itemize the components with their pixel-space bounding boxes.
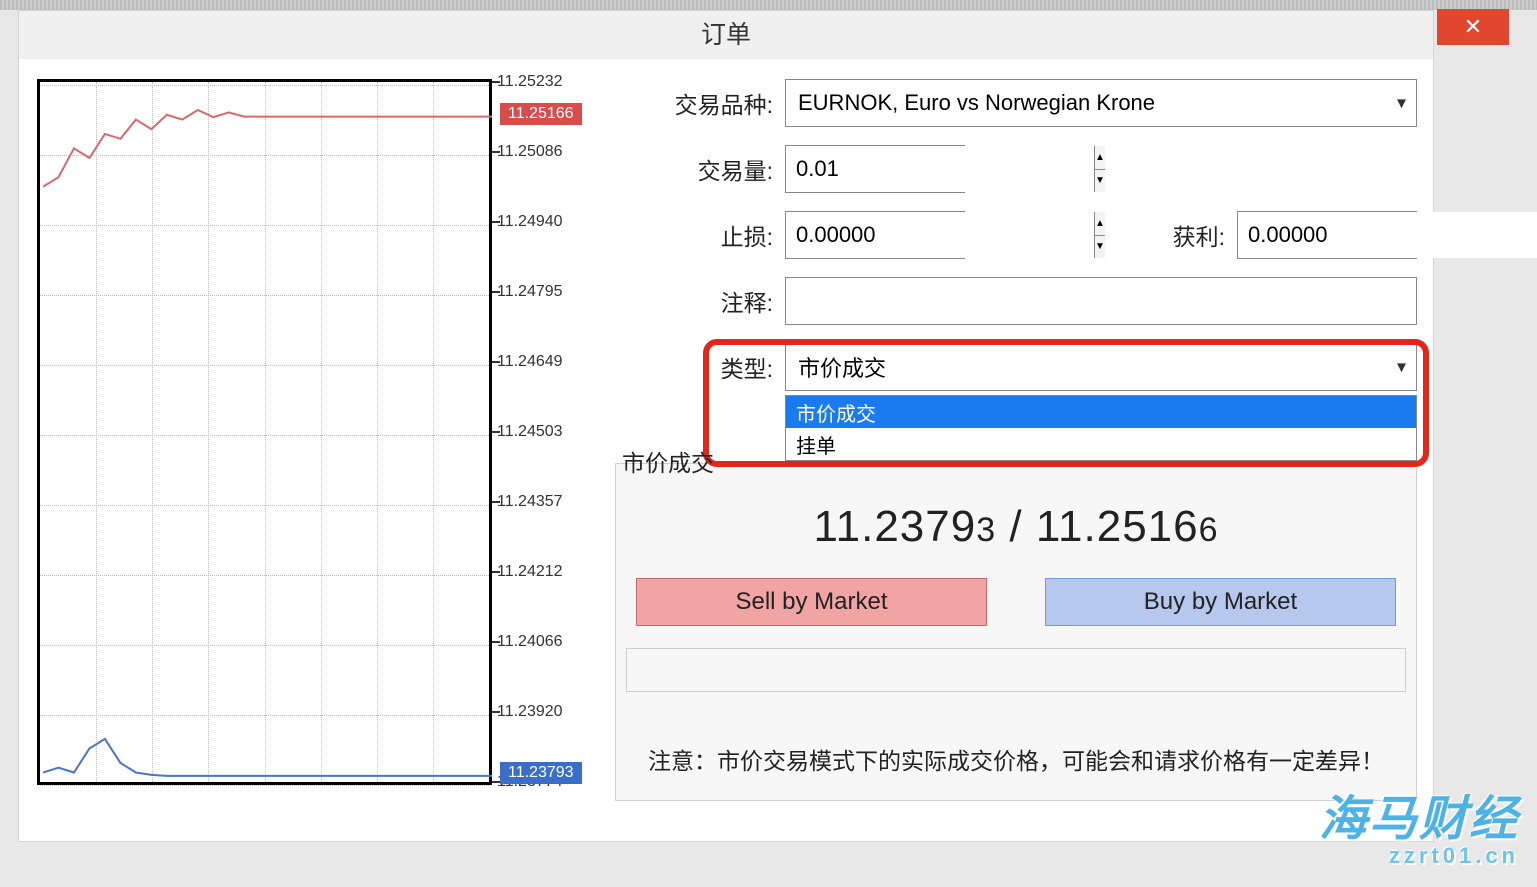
volume-label: 交易量: [615,152,785,186]
y-tick: 11.24357 [497,493,563,511]
stoploss-stepper[interactable]: ▲ ▼ [785,211,965,259]
type-option[interactable]: 市价成交 [786,396,1416,428]
titlebar: 订单 [19,11,1433,59]
volume-stepper[interactable]: ▲ ▼ [785,145,965,193]
order-window: 订单 ✕ 11.2523211.2508611.2494011.2479511.… [18,10,1434,842]
y-tick: 11.24649 [497,353,563,371]
sell-button[interactable]: Sell by Market [636,578,987,626]
type-select[interactable]: 市价成交 ▾ [785,343,1417,391]
y-tick: 11.24212 [497,563,563,581]
status-bar [626,648,1406,692]
stoploss-down[interactable]: ▼ [1095,236,1105,259]
y-tick: 11.23920 [497,703,563,721]
volume-up[interactable]: ▲ [1095,146,1105,170]
y-tick: 11.25232 [497,73,563,91]
close-button[interactable]: ✕ [1437,9,1509,45]
comment-input[interactable] [785,277,1417,325]
volume-input[interactable] [786,146,1094,192]
takeprofit-stepper[interactable]: ▲ ▼ [1237,211,1417,259]
volume-down[interactable]: ▼ [1095,170,1105,193]
bid-price-badge: 11.23793 [500,762,582,784]
order-form: 交易品种: EURNOK, Euro vs Norwegian Krone ▾ … [615,79,1417,825]
stoploss-input[interactable] [786,212,1094,258]
window-title: 订单 [701,21,751,49]
stoploss-label: 止损: [615,218,785,252]
type-value: 市价成交 [798,351,886,383]
symbol-value: EURNOK, Euro vs Norwegian Krone [798,90,1155,116]
takeprofit-label: 获利: [1117,218,1237,252]
y-tick: 11.24503 [497,423,563,441]
y-tick: 11.24940 [497,213,563,231]
takeprofit-input[interactable] [1238,212,1537,258]
y-tick: 11.24795 [497,283,563,301]
buy-button[interactable]: Buy by Market [1045,578,1396,626]
price-quote: 11.23793 / 11.25166 [626,502,1406,552]
type-option[interactable]: 挂单 [786,428,1416,460]
chart-area [37,79,492,785]
type-dropdown[interactable]: 市价成交挂单 [785,395,1417,461]
ask-price-badge: 11.25166 [500,103,582,125]
type-label: 类型: [615,350,785,384]
price-chart: 11.2523211.2508611.2494011.2479511.24649… [35,79,595,829]
chevron-down-icon: ▾ [1397,93,1406,114]
note-text: 注意：市价交易模式下的实际成交价格，可能会和请求价格有一定差异！ [626,742,1406,776]
close-icon: ✕ [1464,14,1482,40]
stoploss-up[interactable]: ▲ [1095,212,1105,236]
comment-label: 注释: [615,284,785,318]
symbol-label: 交易品种: [615,86,785,120]
market-execution-panel: 市价成交 11.23793 / 11.25166 Sell by Market … [615,463,1417,801]
y-tick: 11.25086 [497,143,563,161]
y-tick: 11.24066 [497,633,563,651]
chevron-down-icon: ▾ [1397,357,1406,378]
symbol-select[interactable]: EURNOK, Euro vs Norwegian Krone ▾ [785,79,1417,127]
